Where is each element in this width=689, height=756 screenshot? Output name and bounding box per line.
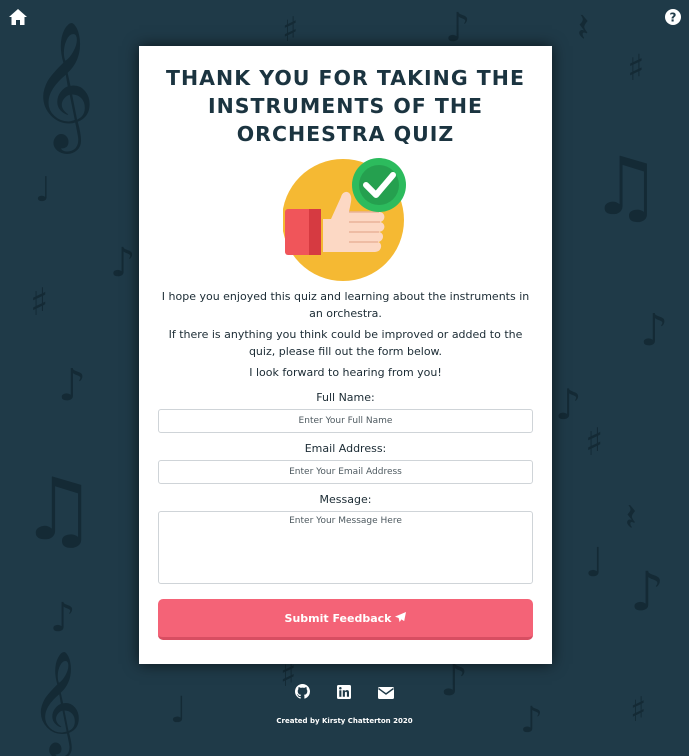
social-links <box>0 684 689 703</box>
page-title: THANK YOU FOR TAKING THE INSTRUMENTS OF … <box>166 66 525 146</box>
thanks-message: I hope you enjoyed this quiz and learnin… <box>161 290 530 320</box>
thumbs-up-check-icon <box>283 158 406 281</box>
feedback-card: THANK YOU FOR TAKING THE INSTRUMENTS OF … <box>139 46 552 664</box>
message-textarea[interactable] <box>158 511 533 584</box>
closing-message: I look forward to hearing from you! <box>249 366 442 379</box>
submit-feedback-button[interactable]: Submit Feedback <box>158 599 533 640</box>
improvement-message: If there is anything you think could be … <box>168 328 523 358</box>
home-icon[interactable] <box>9 9 27 25</box>
github-icon <box>294 684 310 699</box>
email-input[interactable] <box>158 460 533 484</box>
message-label: Message: <box>319 493 372 506</box>
envelope-icon <box>378 687 395 699</box>
submit-label: Submit Feedback <box>284 611 392 625</box>
email-label: Email Address: <box>304 442 387 455</box>
paper-plane-icon <box>395 611 407 622</box>
footer-credit: Created by Kirsty Chatterton 2020 <box>276 717 413 725</box>
github-link[interactable] <box>294 684 310 699</box>
email-link[interactable] <box>378 687 395 699</box>
help-icon[interactable]: ? <box>665 9 681 25</box>
name-label: Full Name: <box>316 391 375 404</box>
name-input[interactable] <box>158 409 533 433</box>
svg-text:?: ? <box>670 11 677 25</box>
linkedin-icon <box>337 685 351 699</box>
linkedin-link[interactable] <box>337 685 351 699</box>
